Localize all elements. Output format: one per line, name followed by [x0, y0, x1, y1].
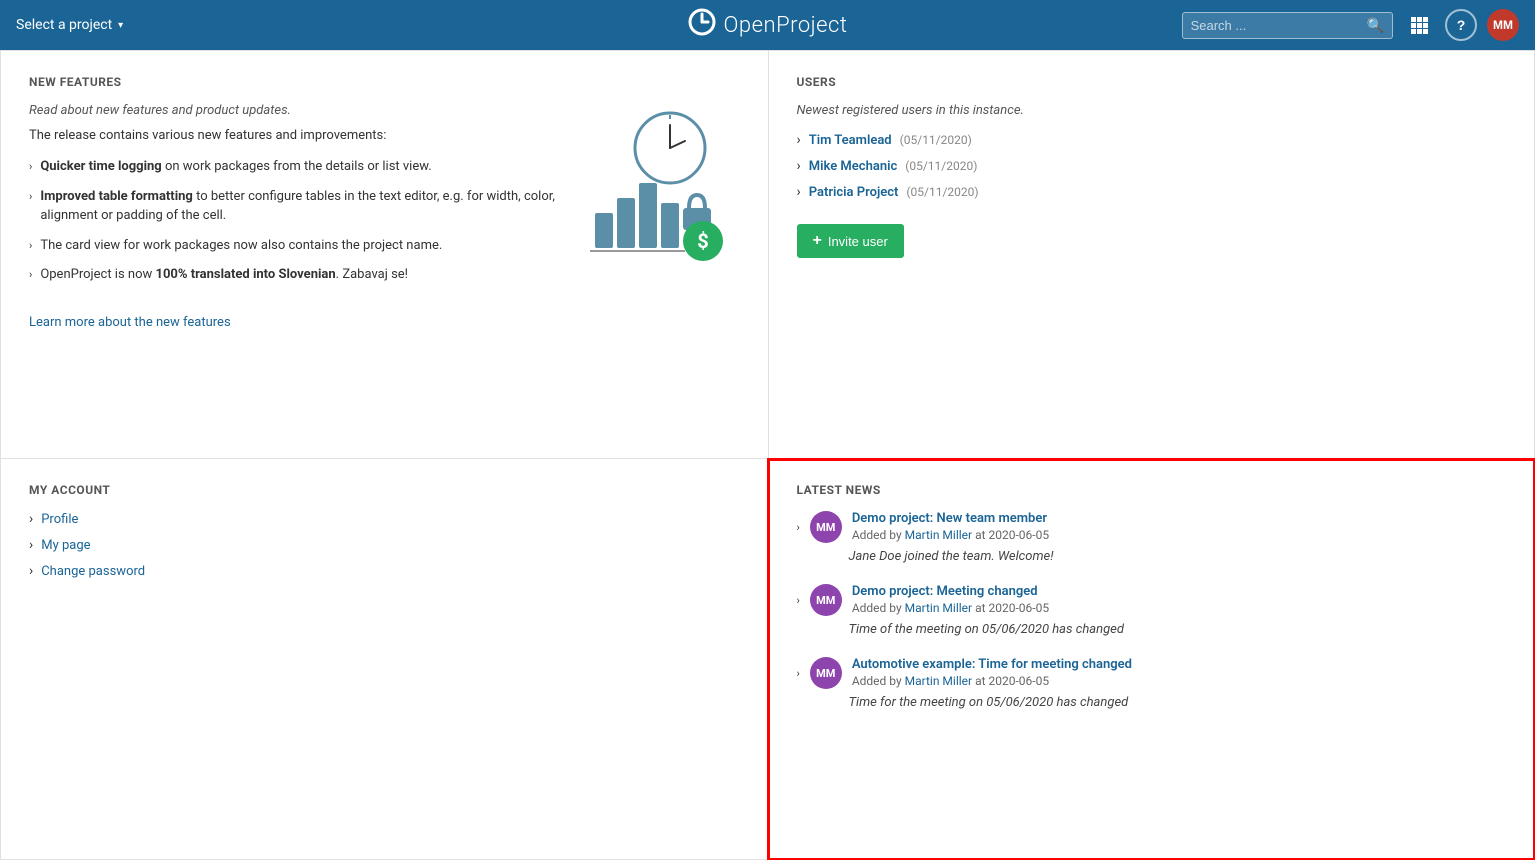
news-author-link[interactable]: Martin Miller — [905, 601, 972, 615]
list-item: › OpenProject is now 100% translated int… — [29, 265, 564, 285]
grid-icon[interactable] — [1403, 9, 1435, 41]
select-project-label: Select a project — [16, 17, 112, 33]
chevron-right-icon: › — [797, 667, 800, 680]
list-item: › Patricia Project (05/11/2020) — [797, 184, 1507, 200]
chevron-right-icon: › — [797, 184, 801, 200]
list-item: › Tim Teamlead (05/11/2020) — [797, 132, 1507, 148]
search-icon[interactable]: 🔍 — [1367, 17, 1384, 34]
user-date: (05/11/2020) — [906, 185, 978, 199]
logo: OpenProject — [688, 8, 848, 42]
search-input[interactable] — [1191, 18, 1361, 33]
list-item: › Improved table formatting to better co… — [29, 187, 564, 226]
new-features-title: NEW FEATURES — [29, 75, 740, 89]
chevron-right-icon: › — [29, 563, 33, 579]
change-password-link[interactable]: Change password — [41, 564, 145, 579]
features-body: Read about new features and product upda… — [29, 103, 740, 330]
features-intro: The release contains various new feature… — [29, 128, 564, 143]
list-item: › Change password — [29, 563, 740, 579]
features-illustration: $ — [580, 103, 740, 330]
user-date: (05/11/2020) — [900, 133, 972, 147]
user-link[interactable]: Patricia Project — [809, 185, 899, 200]
user-link[interactable]: Tim Teamlead — [809, 133, 892, 148]
news-author-link[interactable]: Martin Miller — [905, 528, 972, 542]
list-item-text: Improved table formatting to better conf… — [40, 187, 563, 226]
news-item-header: › MM Demo project: Meeting changed Added… — [797, 584, 1507, 616]
news-item: › MM Demo project: Meeting changed Added… — [797, 584, 1507, 637]
select-project[interactable]: Select a project ▾ — [16, 17, 123, 33]
users-title: USERS — [797, 75, 1507, 89]
chevron-right-icon: › — [29, 267, 32, 285]
news-title-block: Automotive example: Time for meeting cha… — [852, 657, 1506, 688]
news-item: › MM Demo project: New team member Added… — [797, 511, 1507, 564]
list-item: › The card view for work packages now al… — [29, 236, 564, 256]
news-author-link[interactable]: Martin Miller — [905, 674, 972, 688]
learn-more-link[interactable]: Learn more about the new features — [29, 315, 231, 330]
logo-text: OpenProject — [724, 13, 848, 38]
chevron-right-icon: › — [29, 238, 32, 256]
list-item-text: The card view for work packages now also… — [40, 236, 442, 256]
invite-user-button[interactable]: + Invite user — [797, 224, 904, 258]
user-link[interactable]: Mike Mechanic — [809, 159, 898, 174]
plus-icon: + — [813, 232, 822, 250]
list-item: › Mike Mechanic (05/11/2020) — [797, 158, 1507, 174]
chevron-right-icon: › — [797, 594, 800, 607]
list-item-text: OpenProject is now 100% translated into … — [40, 265, 408, 285]
invite-btn-label: Invite user — [828, 234, 888, 249]
news-avatar: MM — [810, 511, 842, 543]
news-title-link[interactable]: Demo project: Meeting changed — [852, 584, 1506, 599]
logo-icon — [688, 8, 716, 42]
users-subtitle: Newest registered users in this instance… — [797, 103, 1507, 118]
news-title-link[interactable]: Automotive example: Time for meeting cha… — [852, 657, 1506, 672]
account-list: › Profile › My page › Change password — [29, 511, 740, 579]
news-body: Time for the meeting on 05/06/2020 has c… — [849, 695, 1507, 710]
header-actions: 🔍 ? MM — [1182, 9, 1519, 41]
svg-text:$: $ — [697, 229, 708, 253]
news-item-header: › MM Automotive example: Time for meetin… — [797, 657, 1507, 689]
list-item: › Profile — [29, 511, 740, 527]
user-date: (05/11/2020) — [905, 159, 977, 173]
profile-link[interactable]: Profile — [41, 512, 78, 527]
features-list: › Quicker time logging on work packages … — [29, 157, 564, 285]
my-account-title: MY ACCOUNT — [29, 483, 740, 497]
chevron-right-icon: › — [797, 132, 801, 148]
header: Select a project ▾ OpenProject 🔍 — [0, 0, 1535, 50]
chevron-right-icon: › — [797, 521, 800, 534]
search-box[interactable]: 🔍 — [1182, 12, 1393, 39]
avatar[interactable]: MM — [1487, 9, 1519, 41]
chevron-right-icon: › — [797, 158, 801, 174]
features-subtitle: Read about new features and product upda… — [29, 103, 564, 118]
news-item: › MM Automotive example: Time for meetin… — [797, 657, 1507, 710]
news-title-block: Demo project: Meeting changed Added by M… — [852, 584, 1506, 615]
chevron-right-icon: › — [29, 189, 32, 226]
help-icon[interactable]: ? — [1445, 9, 1477, 41]
news-avatar: MM — [810, 584, 842, 616]
news-meta: Added by Martin Miller at 2020-06-05 — [852, 528, 1506, 542]
list-item-text: Quicker time logging on work packages fr… — [40, 157, 431, 177]
latest-news-title: LATEST NEWS — [797, 483, 1507, 497]
chevron-right-icon: › — [29, 159, 32, 177]
features-text: Read about new features and product upda… — [29, 103, 564, 330]
news-body: Time of the meeting on 05/06/2020 has ch… — [849, 622, 1507, 637]
my-page-link[interactable]: My page — [41, 538, 90, 553]
my-account-panel: MY ACCOUNT › Profile › My page › Change … — [0, 459, 768, 860]
users-panel: USERS Newest registered users in this in… — [768, 50, 1535, 459]
news-meta: Added by Martin Miller at 2020-06-05 — [852, 674, 1506, 688]
news-title-link[interactable]: Demo project: New team member — [852, 511, 1506, 526]
news-avatar: MM — [810, 657, 842, 689]
news-body: Jane Doe joined the team. Welcome! — [849, 549, 1507, 564]
news-item-header: › MM Demo project: New team member Added… — [797, 511, 1507, 543]
latest-news-panel: LATEST NEWS › MM Demo project: New team … — [768, 459, 1535, 860]
news-meta: Added by Martin Miller at 2020-06-05 — [852, 601, 1506, 615]
list-item: › My page — [29, 537, 740, 553]
chevron-down-icon: ▾ — [118, 20, 123, 31]
list-item: › Quicker time logging on work packages … — [29, 157, 564, 177]
users-list: › Tim Teamlead (05/11/2020) › Mike Mecha… — [797, 132, 1507, 200]
news-title-block: Demo project: New team member Added by M… — [852, 511, 1506, 542]
new-features-panel: NEW FEATURES Read about new features and… — [0, 50, 768, 459]
illustration-svg: $ — [585, 103, 735, 263]
main-content: NEW FEATURES Read about new features and… — [0, 50, 1535, 860]
chevron-right-icon: › — [29, 537, 33, 553]
chevron-right-icon: › — [29, 511, 33, 527]
